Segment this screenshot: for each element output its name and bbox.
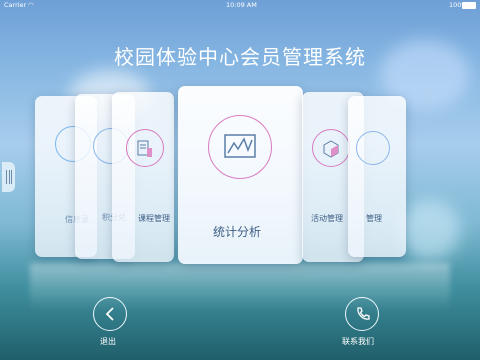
course-icon bbox=[137, 140, 152, 157]
cube-icon bbox=[323, 140, 339, 158]
status-bar: Carrier ◠ 10:09 AM 100% bbox=[0, 0, 480, 10]
card-management[interactable]: 管理 bbox=[348, 96, 406, 257]
contact-us-button[interactable] bbox=[345, 297, 379, 331]
exit-label: 退出 bbox=[100, 337, 116, 346]
card-activity-management-label: 活动管理 bbox=[311, 214, 343, 223]
chevron-left-icon bbox=[105, 307, 114, 321]
phone-icon bbox=[357, 307, 370, 320]
time-label: 10:09 AM bbox=[226, 1, 257, 9]
wifi-icon: ◠ bbox=[28, 1, 34, 9]
side-drawer-handle[interactable] bbox=[2, 162, 15, 192]
chart-line-icon bbox=[224, 134, 256, 158]
contact-us-label: 联系我们 bbox=[342, 337, 374, 346]
card-course-management-label: 课程管理 bbox=[138, 214, 170, 223]
card-reflection bbox=[30, 263, 450, 311]
management-icon bbox=[356, 131, 390, 165]
card-management-label: 管理 bbox=[366, 214, 382, 223]
card-course-management[interactable]: 课程管理 bbox=[112, 92, 174, 262]
card-statistics-analysis-label: 统计分析 bbox=[213, 225, 262, 239]
exit-button[interactable] bbox=[93, 297, 127, 331]
battery-icon bbox=[462, 2, 476, 9]
bg-glow bbox=[400, 200, 460, 260]
app-title: 校园体验中心会员管理系统 bbox=[114, 45, 366, 69]
card-statistics-analysis[interactable]: 统计分析 bbox=[178, 86, 303, 264]
carrier-label: Carrier bbox=[4, 1, 27, 9]
